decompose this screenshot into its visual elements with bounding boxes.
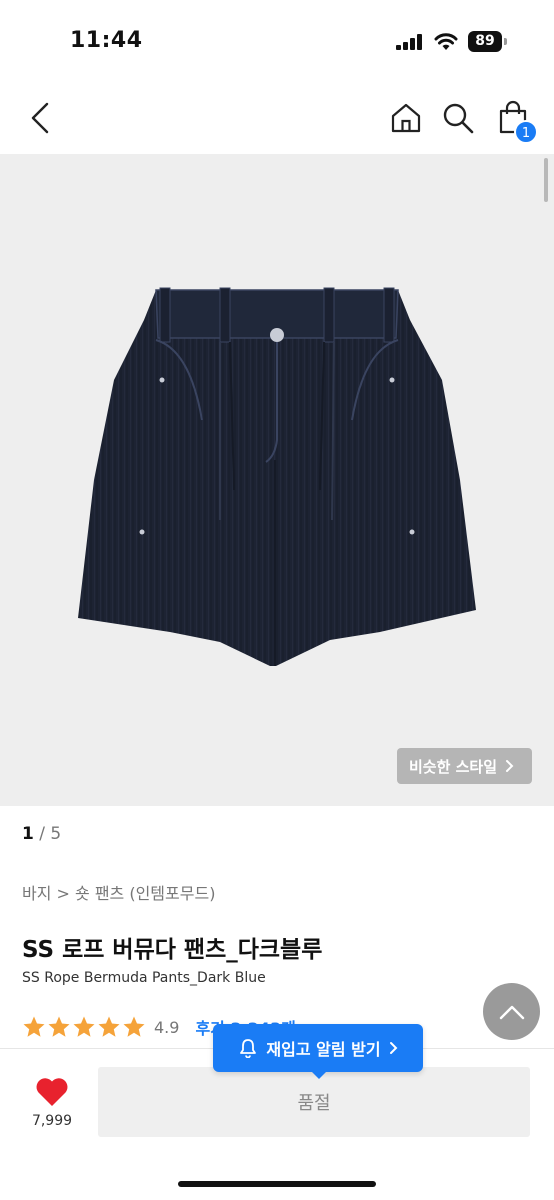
status-bar: 11:44 89: [0, 0, 554, 84]
restock-tooltip-pointer: [312, 1072, 326, 1079]
signal-icon: [396, 34, 422, 50]
home-icon: [391, 103, 421, 133]
pager-total: 5: [50, 824, 62, 844]
scroll-indicator: [544, 158, 548, 202]
star-icon: [73, 1016, 95, 1037]
product-title: SS 로프 버뮤다 팬츠_다크블루: [22, 937, 323, 963]
scroll-to-top-button[interactable]: [483, 983, 540, 1040]
pager-current: 1: [22, 824, 34, 844]
search-button[interactable]: [438, 98, 478, 138]
pager-separator: /: [33, 824, 51, 844]
product-image-gallery[interactable]: 비슷한 스타일: [0, 154, 554, 806]
star-icon: [98, 1016, 120, 1037]
cart-count-badge: 1: [514, 120, 538, 144]
wifi-icon: [434, 33, 458, 50]
star-icon: [48, 1016, 70, 1037]
battery-icon: 89: [468, 31, 508, 52]
chevron-up-icon: [499, 1005, 524, 1019]
status-time: 11:44: [70, 28, 143, 53]
like-button[interactable]: 7,999: [30, 1077, 74, 1129]
like-count: 7,999: [31, 1113, 73, 1129]
chevron-right-icon: [389, 1042, 398, 1054]
home-indicator: [178, 1181, 376, 1187]
nav-bar: 1: [0, 84, 554, 154]
restock-alert-button[interactable]: 재입고 알림 받기: [213, 1024, 423, 1072]
similar-style-button[interactable]: 비슷한 스타일: [396, 748, 532, 784]
restock-alert-label: 재입고 알림 받기: [266, 1040, 381, 1059]
product-image: [78, 287, 476, 666]
bell-icon: [240, 1039, 257, 1058]
image-pager: 1 / 5: [22, 824, 61, 844]
rating-stars: [22, 1015, 146, 1039]
heart-icon: [36, 1078, 68, 1106]
similar-style-label: 비슷한 스타일: [408, 757, 497, 776]
search-icon: [443, 103, 474, 134]
star-icon: [123, 1016, 145, 1037]
product-subtitle-en: SS Rope Bermuda Pants_Dark Blue: [22, 970, 266, 986]
star-icon: [23, 1016, 45, 1037]
battery-level: 89: [468, 31, 502, 52]
chevron-left-icon: [31, 102, 49, 134]
home-button[interactable]: [386, 98, 426, 138]
breadcrumb[interactable]: 바지 > 숏 팬츠 (인템포무드): [22, 880, 215, 904]
cart-button[interactable]: 1: [492, 96, 540, 144]
rating-value: 4.9: [154, 1017, 180, 1037]
back-button[interactable]: [22, 98, 58, 138]
chevron-right-icon: [506, 760, 514, 772]
